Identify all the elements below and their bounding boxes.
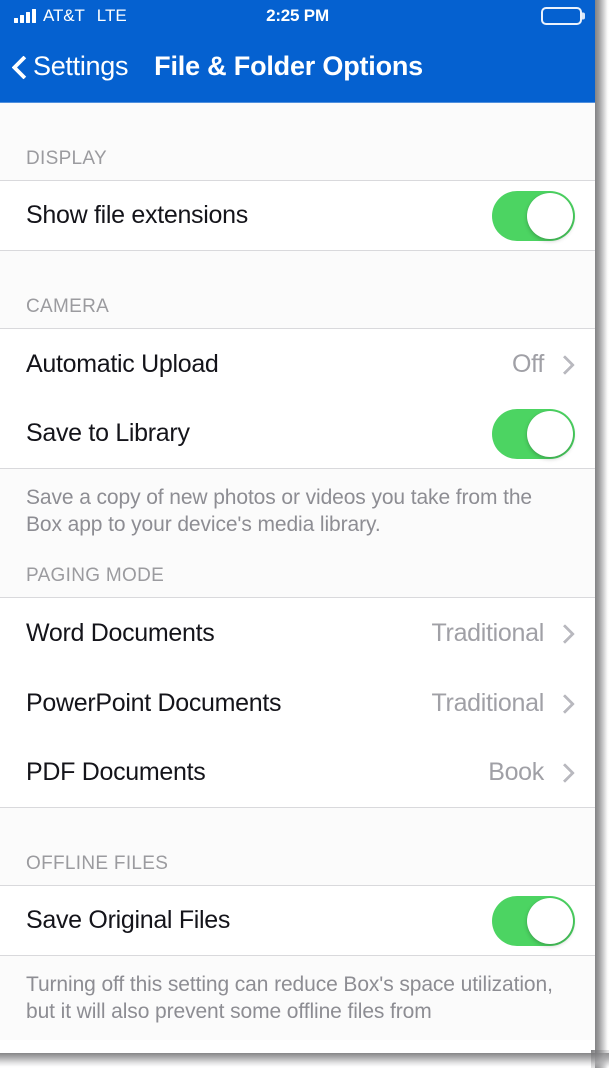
row-value: Traditional: [431, 688, 545, 717]
row-show-file-extensions[interactable]: Show file extensions: [0, 181, 595, 251]
section-header-offline-files: OFFLINE FILES: [0, 808, 595, 887]
page-title: File & Folder Options: [154, 51, 423, 81]
row-label: Save Original Files: [26, 906, 231, 935]
footer-note-camera: Save a copy of new photos or videos you …: [0, 469, 595, 553]
row-accessory: Traditional: [432, 689, 576, 718]
row-word-documents[interactable]: Word Documents Traditional: [0, 598, 595, 670]
app-screen: AT&T LTE 2:25 PM Settings File & Folder …: [0, 0, 595, 1053]
chevron-right-icon: [558, 627, 571, 640]
row-label: Show file extensions: [26, 201, 248, 229]
row-label: PowerPoint Documents: [26, 688, 282, 717]
back-button-label: Settings: [33, 51, 129, 81]
status-bar: AT&T LTE 2:25 PM: [0, 0, 595, 31]
row-value: Traditional: [431, 618, 545, 647]
battery-full-icon: [541, 6, 585, 25]
back-button[interactable]: Settings: [12, 31, 128, 102]
row-accessory: Off: [512, 350, 575, 379]
status-bar-right: [541, 0, 585, 31]
chevron-right-icon: [558, 766, 571, 779]
row-accessory: Traditional: [432, 619, 576, 648]
toggle-knob: [527, 192, 573, 239]
row-label: Save to Library: [26, 419, 190, 447]
toggle-show-file-extensions[interactable]: [492, 190, 575, 241]
row-automatic-upload[interactable]: Automatic Upload Off: [0, 329, 595, 400]
device-edge-shadow-right: [595, 0, 609, 1068]
toggle-save-original-files[interactable]: [492, 895, 575, 946]
phone-screenshot: AT&T LTE 2:25 PM Settings File & Folder …: [0, 0, 609, 1068]
row-value: Book: [488, 758, 544, 787]
device-edge-shadow-corner: [591, 1050, 609, 1068]
settings-list: DISPLAY Show file extensions CAMERA Auto…: [0, 103, 595, 1040]
device-edge-shadow-bottom: [0, 1053, 609, 1068]
chevron-right-icon: [558, 697, 571, 710]
row-save-original-files[interactable]: Save Original Files: [0, 886, 595, 957]
row-accessory: Book: [488, 758, 575, 787]
toggle-save-to-library[interactable]: [492, 408, 575, 459]
navigation-bar: Settings File & Folder Options: [0, 31, 595, 103]
section-header-camera: CAMERA: [0, 251, 595, 329]
section-header-paging-mode: PAGING MODE: [0, 552, 595, 599]
row-label: Word Documents: [26, 618, 215, 647]
row-powerpoint-documents[interactable]: PowerPoint Documents Traditional: [0, 668, 595, 740]
section-header-display: DISPLAY: [0, 103, 595, 181]
chevron-left-icon: [12, 54, 27, 80]
row-label: PDF Documents: [26, 758, 206, 787]
toggle-knob: [527, 410, 573, 457]
status-bar-clock: 2:25 PM: [266, 5, 329, 25]
chevron-right-icon: [558, 358, 571, 371]
row-label: Automatic Upload: [26, 349, 219, 378]
row-pdf-documents[interactable]: PDF Documents Book: [0, 738, 595, 809]
row-save-to-library[interactable]: Save to Library: [0, 399, 595, 469]
footer-note-offline-files: Turning off this setting can reduce Box'…: [0, 956, 595, 1040]
toggle-knob: [527, 897, 573, 944]
row-value: Off: [512, 349, 544, 378]
